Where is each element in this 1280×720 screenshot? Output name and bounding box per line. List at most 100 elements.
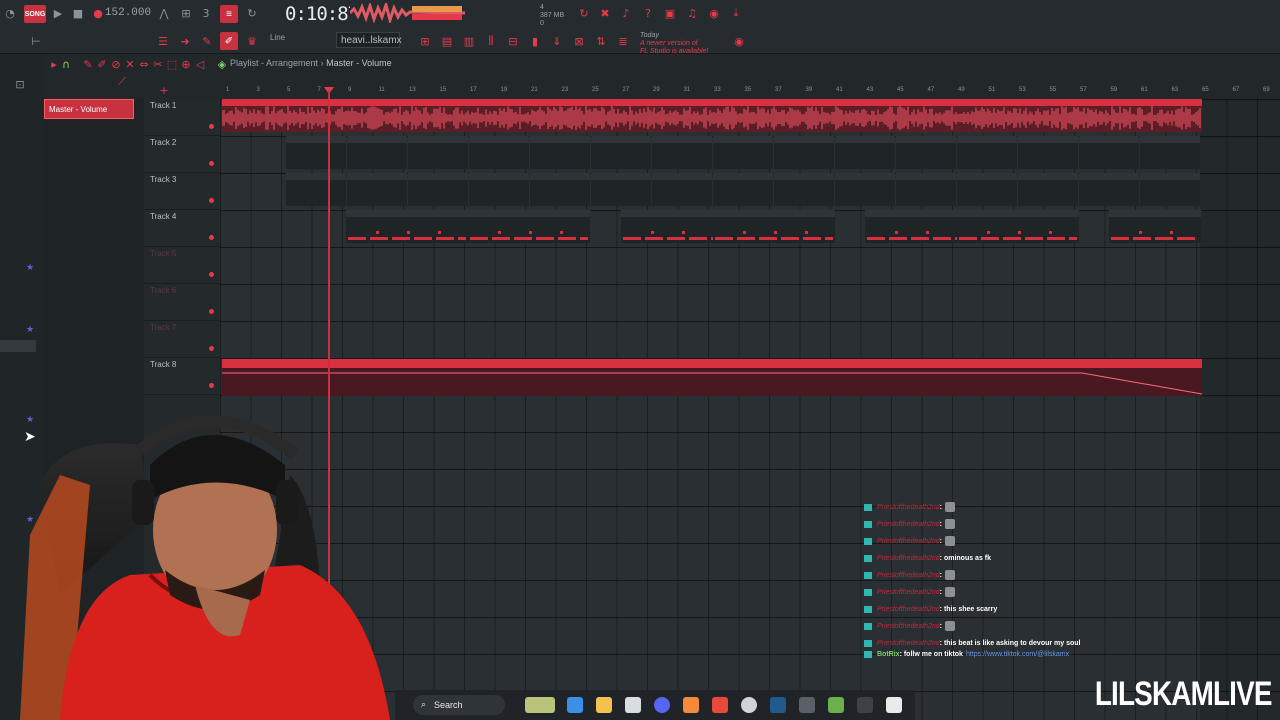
bluestacks-icon[interactable] — [828, 697, 844, 713]
saw808-clip[interactable]: heavier saw 808 @lilskamx #2 — [468, 210, 590, 243]
capcut-icon[interactable] — [886, 697, 902, 713]
zoom-slider-icon[interactable]: ⟋ — [114, 74, 130, 90]
piano-roll-icon[interactable]: ▥ — [461, 33, 477, 49]
muscle-clip[interactable]: muscle..lskamx — [469, 136, 529, 169]
op-clip[interactable]: OP 10 — [530, 173, 590, 206]
muscle-clip[interactable]: muscle..lskamx — [1018, 136, 1078, 169]
file-explorer-icon[interactable] — [596, 697, 612, 713]
op-clip[interactable]: OP 10 — [469, 173, 529, 206]
op-clip[interactable]: OP 10 — [835, 173, 895, 206]
grid-icon[interactable]: ⊠ — [571, 33, 587, 49]
paint-icon[interactable]: ✐ — [220, 32, 238, 50]
refresh-icon[interactable]: ↻ — [576, 5, 592, 21]
metronome-icon[interactable]: ⋀ — [156, 5, 172, 21]
op-clip[interactable]: OP 10 — [957, 173, 1017, 206]
copilot-icon[interactable] — [567, 697, 583, 713]
chat-username[interactable]: Priestofthedeath2nd — [877, 521, 940, 528]
song-mode-button[interactable]: SONG — [24, 5, 46, 23]
saw808-clip[interactable]: heavier saw 808 @lilskamx #2 — [713, 210, 835, 243]
chat-username[interactable]: Priestofthedeath2nd — [877, 589, 940, 596]
browser-scrollbar[interactable] — [0, 340, 36, 352]
muscle-clip[interactable]: muscle..lskamx — [286, 136, 346, 169]
track-mute-led[interactable] — [209, 235, 214, 240]
playback-tool-icon[interactable]: ◁ — [192, 56, 208, 72]
playlist-icon[interactable]: ☰ — [155, 33, 171, 49]
app-icon[interactable] — [799, 697, 815, 713]
4k-downloader-icon[interactable] — [857, 697, 873, 713]
sliders-icon[interactable]: ⫼ — [483, 33, 499, 49]
chat-bot-username[interactable]: BotRix — [877, 651, 900, 658]
track-mute-led[interactable] — [209, 198, 214, 203]
plugin-icon[interactable]: ♫ — [684, 5, 700, 21]
mixer-icon[interactable]: ⊞ — [417, 33, 433, 49]
widgets-icon[interactable] — [525, 697, 555, 713]
op-clip[interactable]: OP 10 — [347, 173, 407, 206]
chrome-icon[interactable] — [741, 697, 757, 713]
chat-username[interactable]: Priestofthedeath2nd — [877, 555, 940, 562]
track-mute-led[interactable] — [209, 161, 214, 166]
muscle-clip[interactable]: muscle..lskamx — [774, 136, 834, 169]
download-icon[interactable]: ⤓ — [728, 5, 744, 21]
chat-icon[interactable]: ◉ — [706, 5, 722, 21]
track-mute-led[interactable] — [209, 383, 214, 388]
track-mute-led[interactable] — [209, 272, 214, 277]
online-news-icon[interactable]: ◉ — [731, 33, 747, 49]
muscle-clip[interactable]: muscle..lskamx — [530, 136, 590, 169]
marker-icon[interactable]: ⇓ — [549, 33, 565, 49]
chat-username[interactable]: Priestofthedeath2nd — [877, 606, 940, 613]
brave-icon[interactable] — [712, 697, 728, 713]
save-icon[interactable]: ▣ — [662, 5, 678, 21]
op-clip[interactable]: OP 10 — [1079, 173, 1139, 206]
op-clip[interactable]: OP 10 — [896, 173, 956, 206]
chat-username[interactable]: Priestofthedeath2nd — [877, 538, 940, 545]
stop-icon[interactable]: ■ — [70, 5, 86, 21]
arrow-right-icon[interactable]: ➜ — [177, 33, 193, 49]
record-icon[interactable]: ● — [90, 5, 106, 21]
track-mute-led[interactable] — [209, 124, 214, 129]
fl-logo-icon[interactable]: ◔ — [2, 5, 18, 21]
browser-icon[interactable]: ⊟ — [505, 33, 521, 49]
muscle-clip[interactable]: muscle..lskamx — [591, 136, 651, 169]
track-header[interactable]: Track 5 — [144, 247, 220, 284]
chat-username[interactable]: Priestofthedeath2nd — [877, 504, 940, 511]
track-header[interactable]: Track 4 — [144, 210, 220, 247]
saw808-clip[interactable]: heavier saw 808 @lilskamx #2 — [957, 210, 1079, 243]
muscle-clip[interactable]: muscle..lskamx — [896, 136, 956, 169]
muscle-clip[interactable]: muscle..lskamx — [347, 136, 407, 169]
discord-icon[interactable] — [654, 697, 670, 713]
microphone-icon[interactable]: ♪ — [618, 5, 634, 21]
add-track-icon[interactable]: + — [156, 82, 172, 98]
taskbar-search[interactable]: ⌕ Search — [413, 695, 505, 715]
chat-link[interactable]: https://www.tiktok.com/@lilskamx — [966, 651, 1069, 658]
fl-studio-icon[interactable] — [683, 697, 699, 713]
muscle-clip[interactable]: muscle..lskamx — [957, 136, 1017, 169]
channel-rack-icon[interactable]: ▤ — [439, 33, 455, 49]
op-clip[interactable]: OP 10 — [591, 173, 651, 206]
tools-icon[interactable]: ✖ — [597, 5, 613, 21]
timeline-ruler[interactable]: 1 3 5 7 9 11 13 15 17 19 21 23 25 27 29 31 33 35 37 39 41 43 4… — [224, 85, 1280, 99]
op-clip[interactable]: OP 10 — [713, 173, 773, 206]
steam-icon[interactable] — [770, 697, 786, 713]
help-icon[interactable]: ? — [640, 5, 656, 21]
op-clip[interactable]: OP 10 — [652, 173, 712, 206]
browser-folder-icon[interactable]: ⊡ — [12, 76, 28, 92]
favorite-star-icon[interactable]: ★ — [26, 324, 34, 335]
saw808-clip[interactable]: heavier saw 808 @lilskamx — [346, 210, 468, 243]
track-header[interactable]: Track 2 — [144, 136, 220, 173]
automation-clip-track-8[interactable]: Master - Volume — [222, 359, 1202, 396]
muscle-clip[interactable]: muscle..lskamx — [713, 136, 773, 169]
muscle-clip[interactable]: muscle..lskamx — [1079, 136, 1139, 169]
blend-record-icon[interactable]: ≡ — [220, 5, 238, 23]
op-clip[interactable]: OP 10 — [1018, 173, 1078, 206]
news-ticker[interactable]: Today A newer version of FL Studio is av… — [640, 32, 732, 56]
chat-username[interactable]: Priestofthedeath2nd — [877, 640, 940, 647]
link-icon[interactable]: ⇅ — [593, 33, 609, 49]
list-icon[interactable]: ≣ — [615, 33, 631, 49]
tempo-display[interactable]: 152.000 — [105, 4, 151, 22]
pattern-selector[interactable]: heavi..lskamx — [336, 32, 402, 48]
favorite-star-icon[interactable]: ★ — [26, 262, 34, 273]
plugin-db-icon[interactable]: ▮ — [527, 33, 543, 49]
magnet-icon[interactable]: ∩ — [58, 56, 74, 72]
wait-icon[interactable]: ⊞ — [178, 5, 194, 21]
loop-record-icon[interactable]: ↻ — [244, 5, 260, 21]
